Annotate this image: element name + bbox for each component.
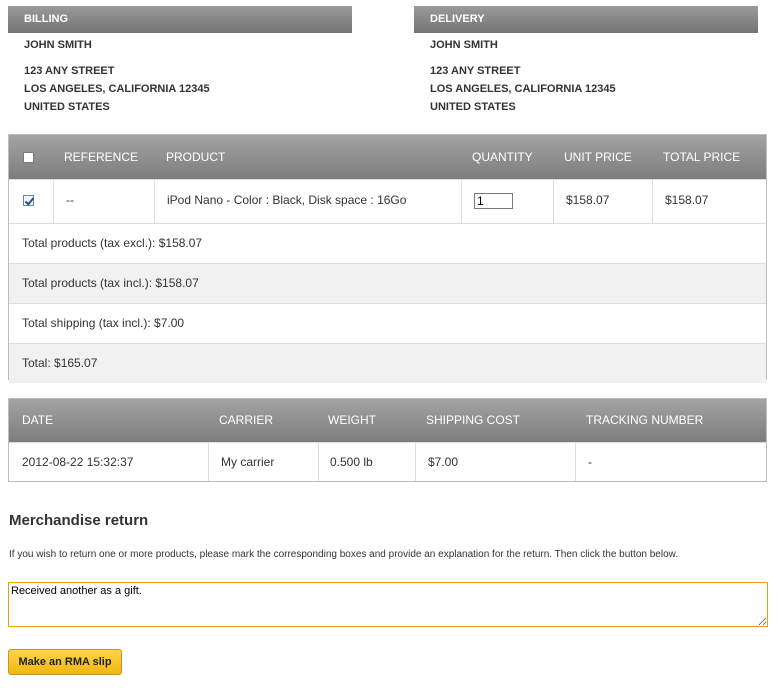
total-shipping: Total shipping (tax incl.): $7.00 [9,303,766,343]
billing-city: LOS ANGELES, CALIFORNIA 12345 [24,83,210,95]
shipping-header-row: DATE CARRIER WEIGHT SHIPPING COST TRACKI… [9,399,766,442]
col-total-price: TOTAL PRICE [663,150,741,164]
billing-country: UNITED STATES [24,101,110,113]
total-products-tax-excl: Total products (tax excl.): $158.07 [9,223,766,263]
row-quantity-cell [461,180,553,223]
delivery-country: UNITED STATES [430,101,516,113]
col-weight: WEIGHT [328,413,376,427]
delivery-street: 123 ANY STREET [430,65,521,77]
col-shipping-cost: SHIPPING COST [426,413,521,427]
billing-heading: BILLING [8,6,352,33]
row-unit-price: $158.07 [553,180,652,223]
billing-address-block: BILLING JOHN SMITH 123 ANY STREET LOS AN… [8,6,352,116]
row-total-price: $158.07 [652,180,766,223]
order-total: Total: $165.07 [9,343,766,383]
make-rma-slip-button[interactable]: Make an RMA slip [8,649,122,675]
shipping-cost: $7.00 [415,443,575,481]
billing-street: 123 ANY STREET [24,65,115,77]
delivery-name: JOHN SMITH [430,39,498,51]
delivery-city: LOS ANGELES, CALIFORNIA 12345 [430,83,616,95]
quantity-input[interactable] [474,192,513,209]
rma-section-title: Merchandise return [9,512,149,529]
shipping-carrier: My carrier [208,443,318,481]
col-quantity: QUANTITY [472,150,533,164]
rma-instructions: If you wish to return one or more produc… [9,549,679,560]
shipping-date: 2012-08-22 15:32:37 [22,455,134,469]
shipping-weight: 0.500 lb [318,443,415,481]
row-reference: -- [53,180,153,223]
row-product: iPod Nano - Color : Black, Disk space : … [154,180,461,223]
return-reason-textarea[interactable]: Received another as a gift. [8,582,768,627]
delivery-address-block: DELIVERY JOHN SMITH 123 ANY STREET LOS A… [414,6,758,116]
delivery-heading: DELIVERY [414,6,758,33]
table-row: 2012-08-22 15:32:37 My carrier 0.500 lb … [9,442,766,481]
select-all-checkbox[interactable] [23,152,34,164]
col-carrier: CARRIER [219,413,274,427]
shipping-table: DATE CARRIER WEIGHT SHIPPING COST TRACKI… [8,398,767,482]
col-date: DATE [22,413,54,427]
col-unit-price: UNIT PRICE [564,150,632,164]
select-all-cell [23,135,43,179]
products-header-row: REFERENCE PRODUCT QUANTITY UNIT PRICE TO… [9,135,766,179]
product-row-checkbox[interactable] [23,195,34,207]
shipping-tracking: - [575,443,766,481]
billing-name: JOHN SMITH [24,39,92,51]
total-products-tax-incl: Total products (tax incl.): $158.07 [9,263,766,303]
table-row: -- iPod Nano - Color : Black, Disk space… [9,179,766,223]
row-select-cell [9,180,53,223]
col-tracking-number: TRACKING NUMBER [586,413,704,427]
order-products-table: REFERENCE PRODUCT QUANTITY UNIT PRICE TO… [8,134,767,383]
col-product: PRODUCT [166,150,226,164]
col-reference: REFERENCE [64,150,139,164]
